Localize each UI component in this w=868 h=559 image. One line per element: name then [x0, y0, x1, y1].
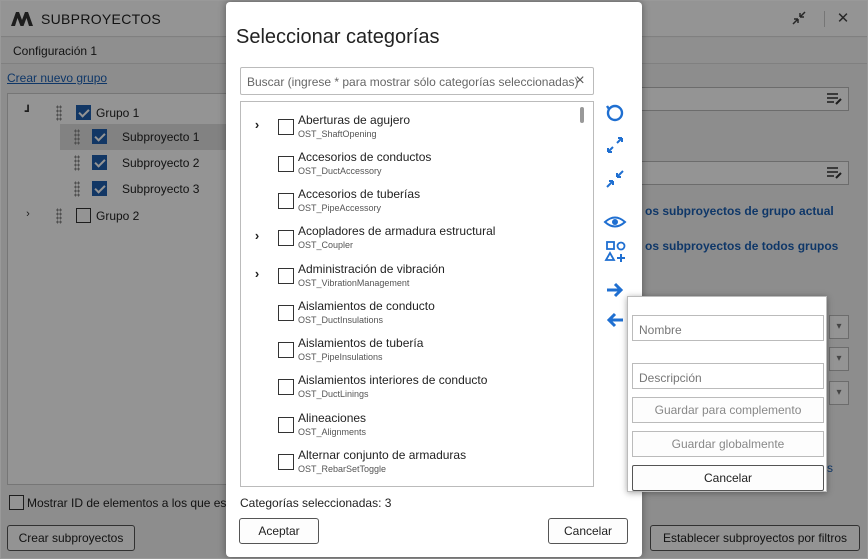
expand-arrow-icon[interactable]: ›: [251, 117, 263, 132]
list-item[interactable]: Accesorios de conductos OST_DuctAccessor…: [241, 143, 581, 180]
list-item[interactable]: Aislamientos de conducto OST_DuctInsulat…: [241, 292, 581, 329]
category-code: OST_PipeInsulations: [298, 352, 383, 362]
shapes-add-icon[interactable]: [602, 239, 628, 265]
category-checkbox[interactable]: [278, 454, 294, 470]
arrow-left-icon[interactable]: [602, 307, 628, 333]
save-globally-button[interactable]: Guardar globalmente: [632, 431, 824, 457]
category-checkbox[interactable]: [278, 119, 294, 135]
category-checkbox[interactable]: [278, 156, 294, 172]
description-placeholder: Descripción: [639, 371, 702, 385]
filter-description-input[interactable]: Descripción: [632, 363, 824, 389]
category-code: OST_DuctLinings: [298, 389, 369, 399]
category-name: Aberturas de agujero: [298, 113, 411, 127]
save-for-addin-button[interactable]: Guardar para complemento: [632, 397, 824, 423]
categories-list: › Aberturas de agujero OST_ShaftOpening …: [240, 101, 594, 487]
list-item[interactable]: › Administración de vibración OST_Vibrat…: [241, 255, 581, 292]
search-placeholder: Buscar (ingrese * para mostrar sólo cate…: [247, 75, 579, 89]
list-item[interactable]: Accesorios de tuberías OST_PipeAccessory: [241, 180, 581, 217]
dialog-title: Seleccionar categorías: [236, 26, 440, 48]
expand-arrow-icon[interactable]: ›: [251, 266, 263, 281]
cancel-button[interactable]: Cancelar: [548, 518, 628, 544]
category-name: Alineaciones: [298, 411, 367, 425]
eye-icon[interactable]: [602, 209, 628, 235]
refresh-icon[interactable]: [602, 100, 628, 126]
category-code: OST_Coupler: [298, 240, 354, 250]
category-name: Accesorios de tuberías: [298, 187, 421, 201]
category-code: OST_PipeAccessory: [298, 203, 382, 213]
name-placeholder: Nombre: [639, 323, 682, 337]
category-code: OST_VibrationManagement: [298, 278, 410, 288]
category-checkbox[interactable]: [278, 379, 294, 395]
category-checkbox[interactable]: [278, 305, 294, 321]
category-name: Alternar conjunto de armaduras: [298, 448, 467, 462]
category-name: Aislamientos interiores de conducto: [298, 373, 488, 387]
category-search-input[interactable]: Buscar (ingrese * para mostrar sólo cate…: [240, 67, 594, 95]
category-code: OST_DuctInsulations: [298, 315, 384, 325]
clear-search-icon[interactable]: ×: [571, 71, 589, 91]
category-checkbox[interactable]: [278, 342, 294, 358]
category-checkbox[interactable]: [278, 417, 294, 433]
category-checkbox[interactable]: [278, 268, 294, 284]
list-scrollbar-thumb[interactable]: [580, 107, 584, 123]
list-item[interactable]: › Aberturas de agujero OST_ShaftOpening: [241, 106, 581, 143]
accept-button[interactable]: Aceptar: [239, 518, 319, 544]
category-checkbox[interactable]: [278, 193, 294, 209]
filter-name-input[interactable]: Nombre: [632, 315, 824, 341]
category-name: Accesorios de conductos: [298, 150, 432, 164]
list-item[interactable]: Aislamientos de tubería OST_PipeInsulati…: [241, 329, 581, 366]
select-categories-dialog: Seleccionar categorías Buscar (ingrese *…: [226, 2, 642, 557]
expand-all-icon[interactable]: [602, 132, 628, 158]
category-code: OST_Alignments: [298, 427, 367, 437]
category-code: OST_DuctAccessory: [298, 166, 382, 176]
category-name: Aislamientos de conducto: [298, 299, 435, 313]
list-item[interactable]: Aislamientos interiores de conducto OST_…: [241, 366, 581, 403]
category-name: Acopladores de armadura estructural: [298, 224, 496, 238]
selected-count-label: Categorías seleccionadas: 3: [240, 496, 392, 510]
category-name: Administración de vibración: [298, 262, 445, 276]
category-code: OST_ShaftOpening: [298, 129, 377, 139]
category-name: Aislamientos de tubería: [298, 336, 424, 350]
list-item[interactable]: Alineaciones OST_Alignments: [241, 404, 581, 441]
arrow-right-icon[interactable]: [602, 277, 628, 303]
expand-arrow-icon[interactable]: ›: [251, 228, 263, 243]
popup-cancel-button[interactable]: Cancelar: [632, 465, 824, 491]
category-checkbox[interactable]: [278, 230, 294, 246]
save-filter-popup: Nombre Descripción Guardar para compleme…: [627, 296, 827, 492]
list-item[interactable]: › Acopladores de armadura estructural OS…: [241, 217, 581, 254]
list-item[interactable]: Alternar conjunto de armaduras OST_Rebar…: [241, 441, 581, 478]
category-code: OST_RebarSetToggle: [298, 464, 387, 474]
collapse-all-icon[interactable]: [602, 166, 628, 192]
